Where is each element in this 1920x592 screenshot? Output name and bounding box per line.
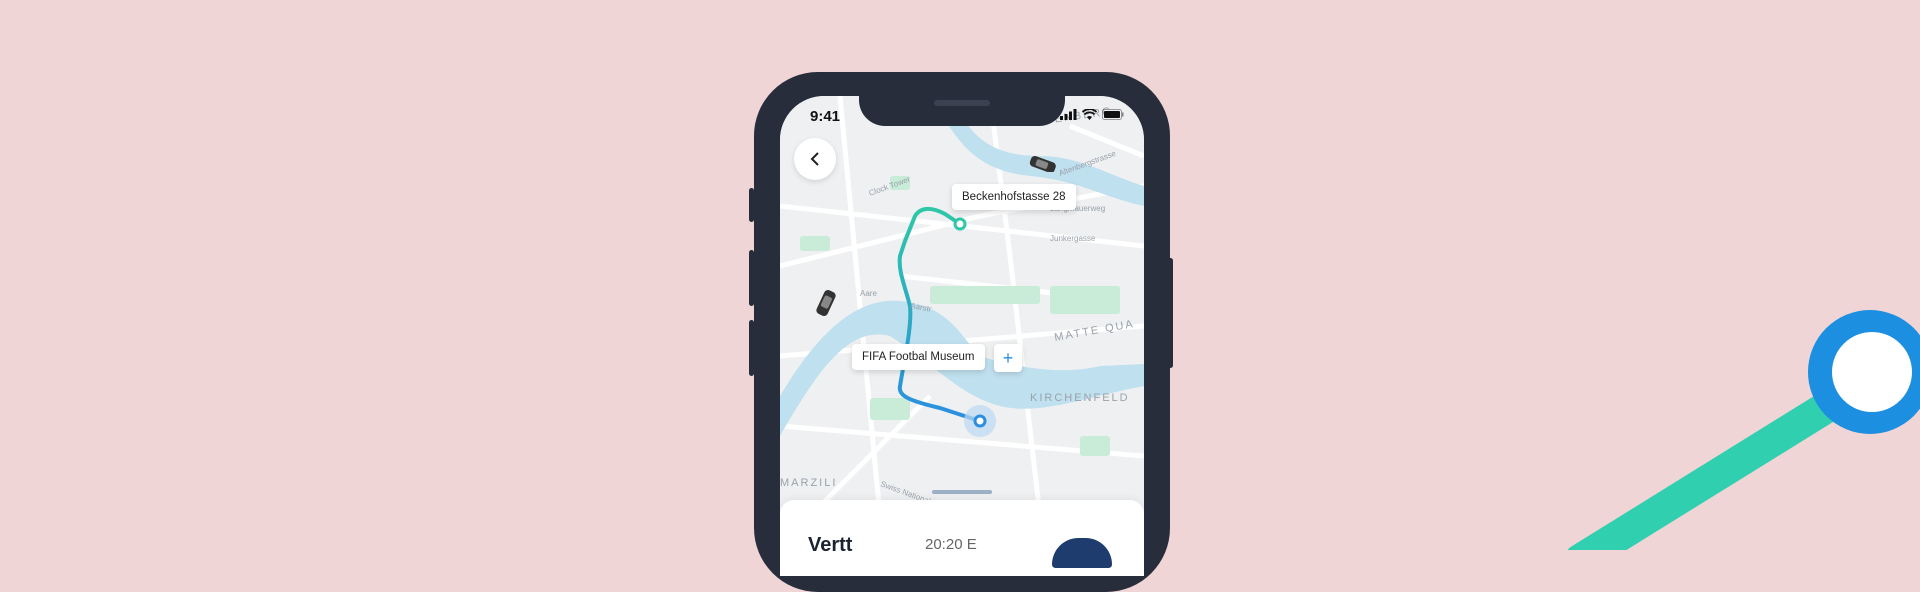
phone-notch [859,94,1065,126]
origin-marker[interactable] [953,217,967,231]
street-label: Junkergasse [1050,234,1096,243]
phone-mute-button [749,188,754,222]
street-label: Aare [860,289,877,298]
sheet-title: Vertt [808,534,853,556]
sheet-time: 20:20 E [925,536,977,553]
status-time: 9:41 [810,108,841,125]
status-icons [1060,109,1124,120]
sheet-drag-handle[interactable] [932,490,992,494]
chevron-left-icon [810,152,819,166]
destination-marker[interactable] [973,414,987,428]
battery-icon [1102,109,1124,120]
street-label: KIRCHENFELD [1030,392,1130,404]
car-icon [816,289,836,317]
destination-label[interactable]: FIFA Footbal Museum [852,344,985,370]
phone-volume-up-button [749,250,754,306]
phone-screen: ALTENBERGAltenbergstrasseLangmauerwegClo… [780,96,1144,576]
street-label: MARZILI [780,477,837,489]
wifi-icon [1082,109,1097,120]
vehicle-image [1052,538,1112,568]
phone-speaker [934,100,990,106]
car-icon [1029,156,1056,172]
bottom-sheet[interactable]: Vertt 20:20 E [780,500,1144,576]
back-button[interactable] [794,138,836,180]
add-stop-button[interactable]: + [994,344,1022,372]
origin-label[interactable]: Beckenhofstasse 28 [952,184,1076,210]
phone-power-button [1168,258,1173,368]
phone-volume-down-button [749,320,754,376]
